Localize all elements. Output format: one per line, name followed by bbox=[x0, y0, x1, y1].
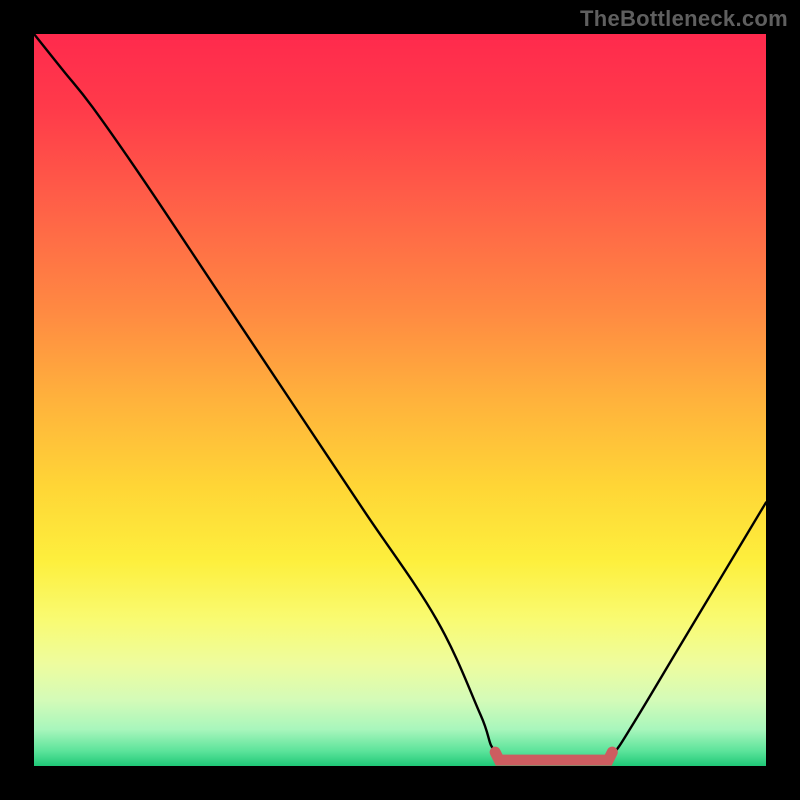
bottleneck-curve bbox=[34, 34, 766, 763]
chart-container: TheBottleneck.com bbox=[0, 0, 800, 800]
plot-area bbox=[34, 34, 766, 766]
watermark-text: TheBottleneck.com bbox=[580, 6, 788, 32]
curve-svg bbox=[34, 34, 766, 766]
optimal-range-segment bbox=[495, 752, 612, 760]
